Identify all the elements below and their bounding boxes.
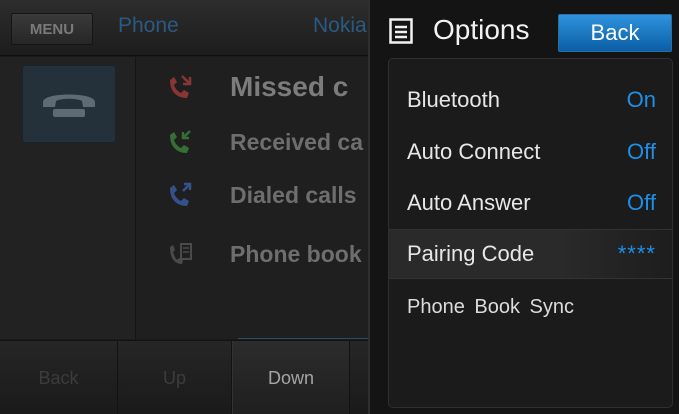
menu-button[interactable]: MENU bbox=[11, 13, 93, 45]
menu-item-label: Dialed calls bbox=[230, 181, 357, 208]
phone-book-icon bbox=[160, 234, 200, 274]
options-list-icon bbox=[389, 18, 413, 44]
option-bluetooth[interactable]: Bluetooth On bbox=[389, 75, 672, 125]
option-value: On bbox=[626, 87, 656, 112]
back-softkey[interactable]: Back bbox=[0, 341, 118, 414]
options-title: Options bbox=[433, 14, 530, 45]
options-panel: Options Back Bluetooth On Auto Connect O… bbox=[368, 0, 679, 414]
left-column bbox=[0, 57, 136, 339]
missed-call-icon bbox=[160, 67, 200, 107]
down-softkey[interactable]: Down bbox=[232, 341, 350, 414]
option-phone-book-sync[interactable]: Phone Book Sync bbox=[389, 282, 672, 332]
option-label: Phone Book Sync bbox=[407, 295, 574, 318]
menu-item-label: Missed c bbox=[230, 71, 349, 102]
device-name: Nokia bbox=[313, 14, 367, 37]
option-value: Off bbox=[627, 139, 656, 164]
back-button[interactable]: Back bbox=[558, 14, 672, 52]
received-call-icon bbox=[160, 122, 200, 162]
options-list: Bluetooth On Auto Connect Off Auto Answe… bbox=[388, 58, 673, 408]
option-label: Bluetooth bbox=[407, 87, 500, 112]
phone-tile[interactable] bbox=[22, 65, 116, 143]
option-pairing-code[interactable]: Pairing Code **** bbox=[389, 229, 672, 279]
up-softkey[interactable]: Up bbox=[118, 341, 232, 414]
option-value: **** bbox=[617, 241, 656, 266]
dialed-call-icon bbox=[160, 175, 200, 215]
options-header: Options Back bbox=[370, 0, 679, 58]
option-auto-connect[interactable]: Auto Connect Off bbox=[389, 127, 672, 177]
handset-icon bbox=[43, 94, 95, 117]
option-auto-answer[interactable]: Auto Answer Off bbox=[389, 178, 672, 228]
menu-item-label: Phone book bbox=[230, 240, 362, 267]
menu-item-label: Received ca bbox=[230, 128, 363, 155]
bottom-divider bbox=[238, 338, 368, 339]
app-title: Phone bbox=[118, 14, 179, 37]
option-label: Auto Connect bbox=[407, 139, 541, 164]
option-value: Off bbox=[627, 190, 656, 215]
option-label: Pairing Code bbox=[407, 241, 535, 266]
option-label: Auto Answer bbox=[407, 190, 531, 215]
